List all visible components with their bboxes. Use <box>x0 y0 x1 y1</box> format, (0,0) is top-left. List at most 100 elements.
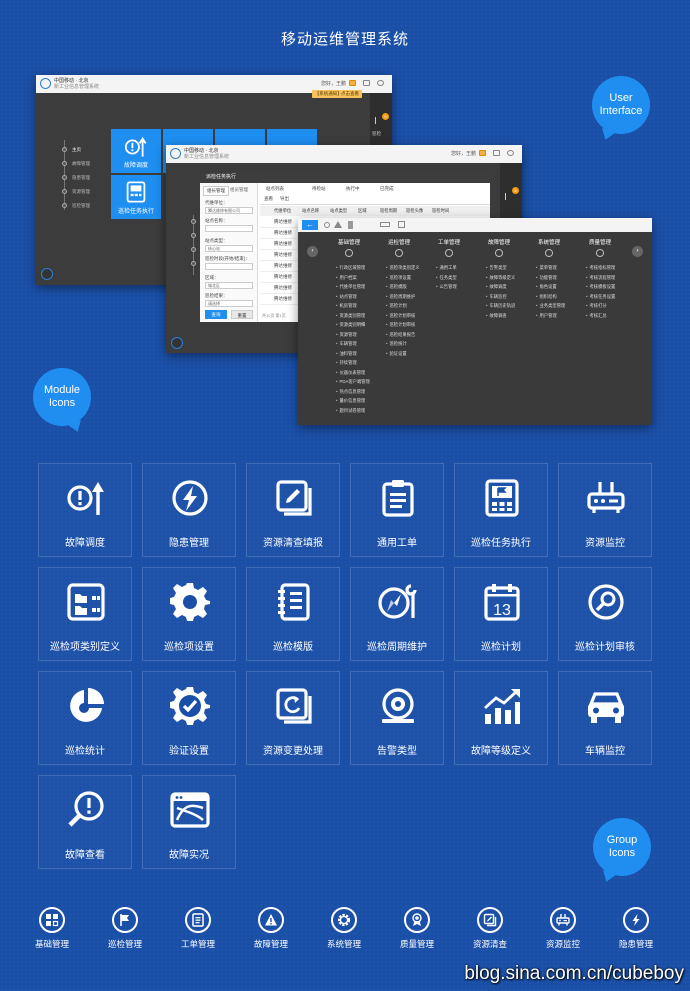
power-icon[interactable] <box>377 80 384 86</box>
reset-button[interactable]: 重置 <box>231 310 253 319</box>
module-fault-level[interactable]: 故障等级定义 <box>454 671 548 765</box>
menu-item[interactable]: 巡检项类别定义 <box>386 263 420 273</box>
result-field[interactable]: 请选择 <box>205 300 253 307</box>
menu-item[interactable]: 资源类别管理 <box>336 311 370 321</box>
menu-item[interactable]: 车辆历史轨迹 <box>486 301 516 311</box>
menu-item[interactable]: 巡检项设置 <box>386 273 420 283</box>
menu-item[interactable]: 任务类型 <box>436 273 457 283</box>
subtab-done[interactable]: 已完成 <box>380 186 394 192</box>
module-plan[interactable]: 13 巡检计划 <box>454 567 548 661</box>
site-name-field[interactable] <box>205 225 253 232</box>
module-fault-view[interactable]: 故障查看 <box>38 775 132 869</box>
menu-item[interactable]: 考核模板设置 <box>586 282 616 292</box>
group-basic[interactable]: 基础管理 <box>22 907 82 950</box>
next-arrow-icon[interactable]: › <box>632 246 643 257</box>
menu-item[interactable]: 车辆监控 <box>486 292 515 302</box>
subtab-running[interactable]: 执行中 <box>346 186 360 192</box>
subtab-site-list[interactable]: 站点列表 <box>266 186 284 192</box>
menu-item[interactable]: 角色设置 <box>536 282 565 292</box>
export-button[interactable]: 导出 <box>280 196 289 202</box>
unit-field[interactable]: 腾达维修有限公司 <box>205 207 253 214</box>
tile-inspection-task[interactable]: 巡检任务执行 <box>111 175 161 219</box>
menu-item[interactable]: 菜单管理 <box>536 263 565 273</box>
module-work-order[interactable]: 通用工单 <box>350 463 444 557</box>
menu-item[interactable]: 资源管理 <box>336 330 370 340</box>
menu-item[interactable]: 功能管理 <box>536 273 565 283</box>
subtab-pending[interactable]: 待检站 <box>312 186 326 192</box>
query-button[interactable]: 查询 <box>205 310 227 319</box>
module-fault-dispatch[interactable]: 故障调度 <box>38 463 132 557</box>
module-fault-live[interactable]: 故障实况 <box>142 775 236 869</box>
module-category-define[interactable]: 巡检项类别定义 <box>38 567 132 661</box>
module-resource-report[interactable]: 资源清查填报 <box>246 463 340 557</box>
menu-item[interactable]: 巡检计划 <box>386 301 420 311</box>
announce-icon[interactable] <box>479 150 486 156</box>
menu-item[interactable]: 组织结构 <box>536 292 565 302</box>
nav-item-hazard[interactable]: 隐患管理 <box>72 175 90 181</box>
tab-member[interactable]: 组员管理 <box>230 187 248 193</box>
warning-icon[interactable] <box>334 221 342 228</box>
system-notice[interactable]: 【系统通知】·点击查看 <box>311 90 362 98</box>
menu-item[interactable]: 热点信息管理 <box>336 387 370 397</box>
group-fault[interactable]: 故障管理 <box>241 907 301 950</box>
tile-fault-dispatch[interactable]: 故障调度 <box>111 129 161 173</box>
group-quality[interactable]: 质量管理 <box>387 907 447 950</box>
menu-item[interactable]: 用户档案 <box>336 273 370 283</box>
menu-item[interactable]: 车辆管理 <box>336 339 370 349</box>
module-inspection-setting[interactable]: 巡检项设置 <box>142 567 236 661</box>
announce-icon[interactable] <box>349 80 356 86</box>
module-inspection-task[interactable]: 巡检任务执行 <box>454 463 548 557</box>
menu-item[interactable]: 代维单位管理 <box>336 282 370 292</box>
menu-item[interactable]: 仪器仪表管理 <box>336 368 370 378</box>
module-hazard[interactable]: 隐患管理 <box>142 463 236 557</box>
group-resource-check[interactable]: 资源清查 <box>460 907 520 950</box>
menu-item[interactable]: 巡检模版 <box>386 282 420 292</box>
menu-item[interactable]: 用户管理 <box>536 311 565 321</box>
battery-icon[interactable] <box>380 222 390 227</box>
mail-icon[interactable] <box>363 80 370 86</box>
menu-item[interactable]: 资源类别明细 <box>336 320 370 330</box>
back-arrow-icon[interactable]: ← <box>302 220 318 230</box>
group-resource-monitor[interactable]: 资源监控 <box>533 907 593 950</box>
group-workorder[interactable]: 工单管理 <box>168 907 228 950</box>
menu-item[interactable]: 告警类型 <box>486 263 515 273</box>
flag-icon[interactable] <box>505 193 515 200</box>
menu-item[interactable]: 机房管理 <box>336 301 370 311</box>
menu-item[interactable]: 故障等级定义 <box>486 273 516 283</box>
menu-item[interactable]: 通用工单 <box>436 263 457 273</box>
module-statistics[interactable]: 巡检统计 <box>38 671 132 765</box>
menu-item[interactable]: 考核汇总 <box>586 311 615 321</box>
module-resource-change[interactable]: 资源变更处理 <box>246 671 340 765</box>
area-field[interactable]: 城北区 <box>205 282 253 289</box>
menu-item[interactable]: 题目试卷管理 <box>336 406 370 416</box>
period-field[interactable] <box>205 263 253 270</box>
lightning-icon[interactable] <box>348 221 353 229</box>
menu-item[interactable]: 行政区域管理 <box>336 263 370 273</box>
nav-item-fault[interactable]: 故障管理 <box>72 161 90 167</box>
menu-item[interactable]: 巡检周期维护 <box>386 292 420 302</box>
group-inspection[interactable]: 巡检管理 <box>95 907 155 950</box>
group-system[interactable]: 系统管理 <box>314 907 374 950</box>
menu-item[interactable]: 考核指标管理 <box>586 263 616 273</box>
site-type-field[interactable]: 核心站 <box>205 245 253 252</box>
view-button[interactable]: 查看 <box>264 196 273 202</box>
menu-item[interactable]: 量价信息管理 <box>336 396 370 406</box>
nav-item-resource[interactable]: 资源管理 <box>72 189 90 195</box>
toolbar-icon[interactable] <box>324 222 330 228</box>
menu-item[interactable]: 业务类型管理 <box>536 301 566 311</box>
pager[interactable]: 共10页 第1页 <box>262 313 286 319</box>
menu-item[interactable]: 故障调度 <box>486 282 515 292</box>
menu-item[interactable]: 持续管理 <box>336 358 370 368</box>
power-icon[interactable] <box>507 150 514 156</box>
tab-leader[interactable]: 组长管理 <box>203 186 229 196</box>
menu-item[interactable]: 巡检计划审核 <box>386 311 420 321</box>
edit-icon[interactable] <box>398 221 405 228</box>
menu-item[interactable]: 故障调查 <box>486 311 515 321</box>
module-resource-monitor[interactable]: 资源监控 <box>558 463 652 557</box>
menu-item[interactable]: 油料管理 <box>336 349 370 359</box>
nav-item-home[interactable]: 主页 <box>72 147 81 153</box>
menu-item[interactable]: PDA客户端管理 <box>336 377 370 387</box>
menu-item[interactable]: 巡检计划审核 <box>386 320 420 330</box>
module-vehicle-monitor[interactable]: 车辆监控 <box>558 671 652 765</box>
module-alarm-type[interactable]: 告警类型 <box>350 671 444 765</box>
